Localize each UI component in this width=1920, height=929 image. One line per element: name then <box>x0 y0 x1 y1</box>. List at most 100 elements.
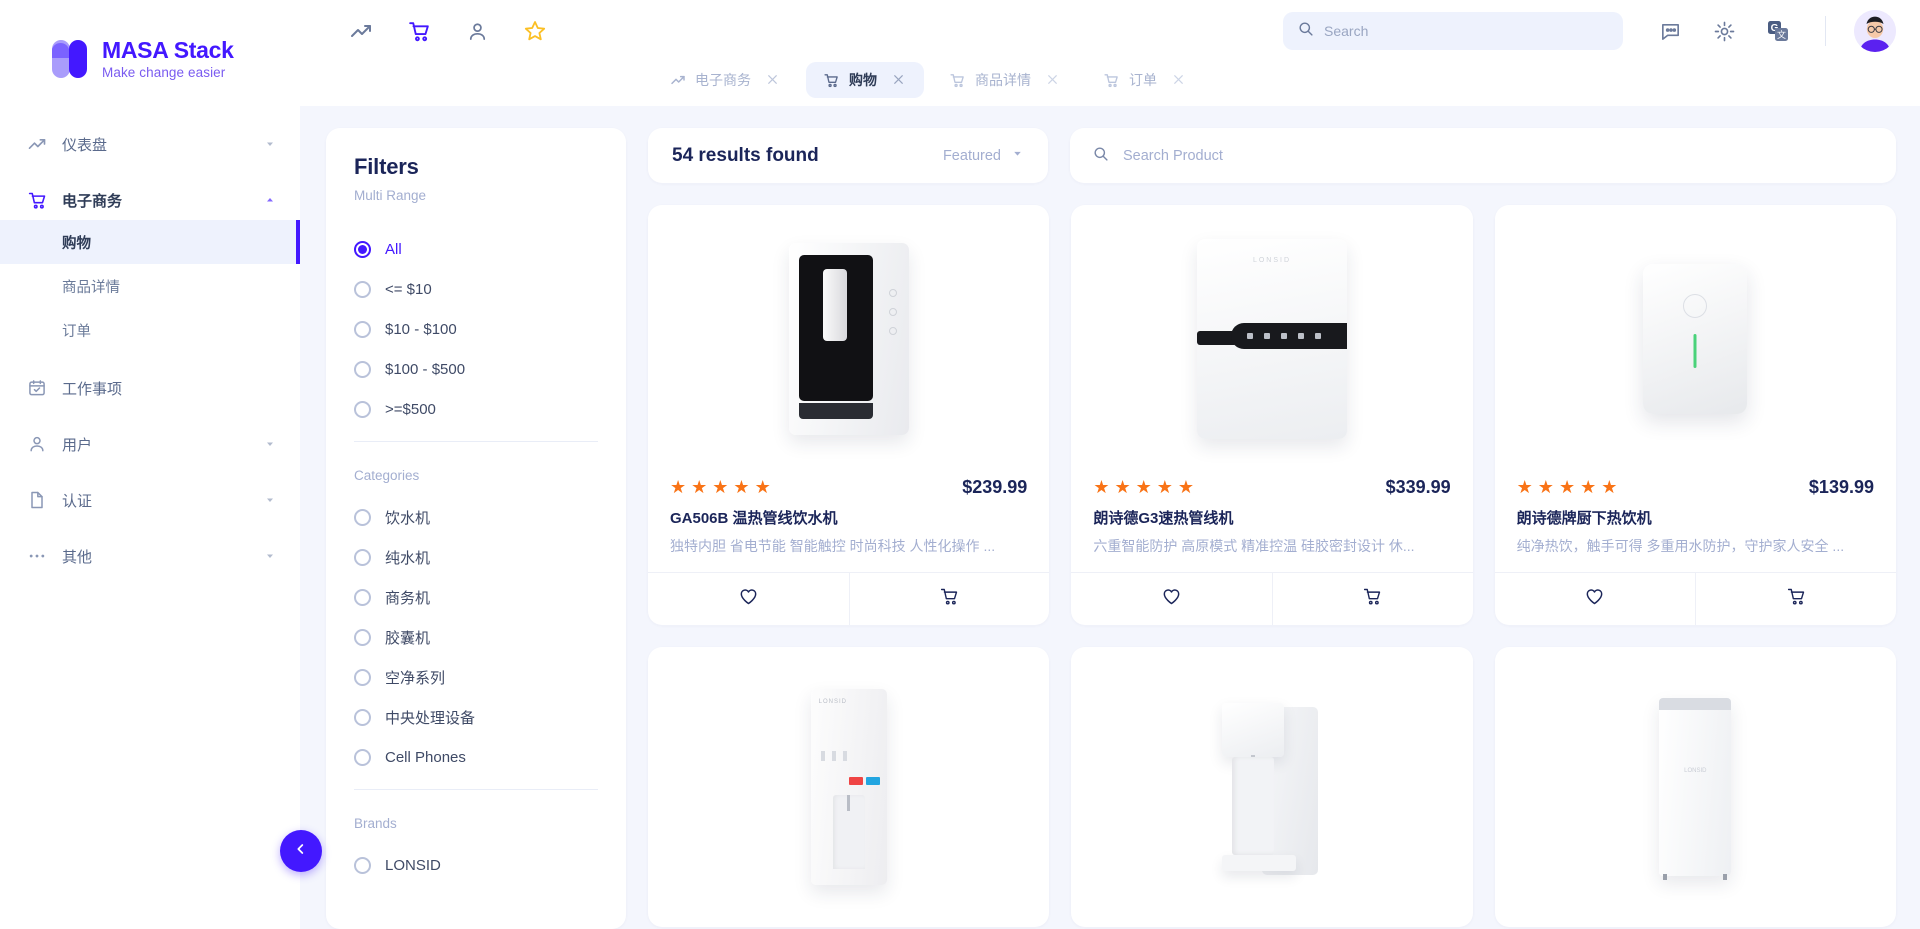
results-panel: 54 results found Featured Search Product… <box>648 128 1896 929</box>
category-option-label: 胶囊机 <box>385 629 431 647</box>
add-to-cart-button[interactable] <box>1272 573 1473 625</box>
product-description: 独特内胆 省电节能 智能触控 时尚科技 人性化操作 ... <box>670 538 996 554</box>
product-info: ★ ★ ★ ★ ★ $339.99 朗诗德G3速热管线机 六重智能防护 高原模式… <box>1071 473 1472 572</box>
favorite-button[interactable] <box>648 573 849 625</box>
cart-icon[interactable] <box>406 18 432 44</box>
radio-icon <box>354 548 371 566</box>
product-search[interactable] <box>1070 128 1896 183</box>
product-card[interactable]: ★ ★ ★ ★ ★ $239.99 GA506B 温热管线饮水机 独特内胆 省电… <box>648 205 1050 625</box>
product-info: ★ ★ ★ ★ ★ $239.99 GA506B 温热管线饮水机 独特内胆 省电… <box>648 473 1049 572</box>
radio-icon <box>354 588 371 606</box>
masa-logo-icon <box>48 38 90 80</box>
product-card[interactable]: LONSID <box>1494 647 1896 927</box>
favorite-button[interactable] <box>1495 573 1696 625</box>
price-option-label: All <box>385 240 402 258</box>
trending-up-icon <box>669 72 686 89</box>
category-option-3[interactable]: 胶囊机 <box>354 617 598 657</box>
brand-logo[interactable]: MASA Stack Make change easier <box>0 0 300 80</box>
price-option-label: $10 - $100 <box>385 320 457 338</box>
topbar: G文 <box>300 0 1920 62</box>
sidebar-item-tasks[interactable]: 工作事项 <box>0 368 300 408</box>
sidebar-item-dashboard[interactable]: 仪表盘 <box>0 124 300 164</box>
divider <box>1825 16 1826 46</box>
rating-stars: ★ ★ ★ ★ ★ <box>1517 477 1618 498</box>
category-option-6[interactable]: Cell Phones <box>354 737 598 777</box>
brand-option-0[interactable]: LONSID <box>354 845 598 885</box>
rating-stars: ★ ★ ★ ★ ★ <box>1093 477 1194 498</box>
tab-shopping[interactable]: 购物 <box>806 62 924 98</box>
add-to-cart-button[interactable] <box>848 573 1050 625</box>
category-option-5[interactable]: 中央处理设备 <box>354 697 598 737</box>
category-option-4[interactable]: 空净系列 <box>354 657 598 697</box>
close-icon[interactable] <box>1172 73 1187 88</box>
product-search-input[interactable] <box>1123 147 1874 164</box>
product-card[interactable]: ★ ★ ★ ★ ★ $139.99 朗诗德牌厨下热饮机 纯净热饮，触手可得 多重… <box>1494 205 1896 625</box>
price-option-10-100[interactable]: $10 - $100 <box>354 309 598 349</box>
trending-up-icon[interactable] <box>348 18 374 44</box>
product-card[interactable] <box>1071 647 1473 927</box>
star-icon: ★ <box>1177 477 1195 497</box>
global-search[interactable] <box>1283 12 1623 50</box>
chevron-down-icon[interactable] <box>264 549 278 563</box>
add-to-cart-button[interactable] <box>1695 573 1896 625</box>
brand-title: MASA Stack <box>102 36 234 63</box>
star-icon: ★ <box>733 477 750 497</box>
price-option-all[interactable]: All <box>354 229 598 269</box>
tall-white-dispenser-illustration <box>1218 697 1326 877</box>
tab-orders[interactable]: 订单 <box>1086 62 1204 98</box>
close-icon[interactable] <box>892 73 907 88</box>
radio-icon <box>354 320 371 338</box>
cart-icon <box>1786 586 1807 612</box>
chevron-left-icon <box>293 841 309 862</box>
product-card[interactable]: LONSID <box>648 647 1050 927</box>
search-input[interactable] <box>1324 23 1609 39</box>
sidebar-item-other[interactable]: 其他 <box>0 536 300 576</box>
brands-group: LONSID <box>354 845 598 885</box>
avatar[interactable] <box>1854 10 1896 52</box>
sidebar-nav: 仪表盘 电子商务 购物 商品详情 订单 工作事项 用户 认证 其他 <box>0 124 300 576</box>
close-icon[interactable] <box>1046 73 1061 88</box>
categories-title: Categories <box>354 468 420 483</box>
sidebar-subitem-orders[interactable]: 订单 <box>0 308 300 352</box>
chevron-down-icon[interactable] <box>264 137 278 151</box>
radio-icon <box>354 708 371 726</box>
user-icon[interactable] <box>464 18 490 44</box>
brand-option-label: LONSID <box>385 856 441 874</box>
heart-icon <box>738 586 759 612</box>
category-option-label: 中央处理设备 <box>385 709 476 727</box>
sidebar-item-users[interactable]: 用户 <box>0 424 300 464</box>
chevron-up-icon[interactable] <box>264 193 278 207</box>
radio-icon <box>354 360 371 378</box>
translate-icon[interactable]: G文 <box>1765 18 1791 44</box>
price-option-gte-500[interactable]: >=$500 <box>354 389 598 429</box>
tab-product-detail[interactable]: 商品详情 <box>932 62 1078 98</box>
sidebar-subitem-label: 商品详情 <box>62 279 120 296</box>
chat-icon[interactable] <box>1657 18 1683 44</box>
chevron-down-icon[interactable] <box>264 493 278 507</box>
star-icon: ★ <box>1580 477 1597 497</box>
sidebar-subitem-shopping[interactable]: 购物 <box>0 220 300 264</box>
price-option-100-500[interactable]: $100 - $500 <box>354 349 598 389</box>
sidebar-item-ecommerce[interactable]: 电子商务 <box>0 180 300 220</box>
favorite-button[interactable] <box>1071 573 1272 625</box>
star-icon[interactable] <box>522 18 548 44</box>
search-icon <box>1297 20 1314 42</box>
sidebar-collapse-button[interactable] <box>280 830 322 872</box>
star-icon: ★ <box>1516 477 1533 497</box>
sidebar-item-auth[interactable]: 认证 <box>0 480 300 520</box>
sidebar-subitem-product-detail[interactable]: 商品详情 <box>0 264 300 308</box>
category-option-0[interactable]: 饮水机 <box>354 497 598 537</box>
gear-icon[interactable] <box>1711 18 1737 44</box>
tab-ecommerce[interactable]: 电子商务 <box>652 62 798 98</box>
close-icon[interactable] <box>766 73 781 88</box>
sort-label: Featured <box>942 147 1001 164</box>
chevron-down-icon[interactable] <box>264 437 278 451</box>
category-option-1[interactable]: 纯水机 <box>354 537 598 577</box>
product-card[interactable]: LONSID ★ ★ ★ ★ ★ $339.99 朗诗德G3速热管线机 六重智能… <box>1071 205 1473 625</box>
sort-dropdown[interactable]: Featured <box>943 147 1024 164</box>
price-option-lte-10[interactable]: <= $10 <box>354 269 598 309</box>
sidebar: MASA Stack Make change easier 仪表盘 电子商务 购… <box>0 0 322 929</box>
category-option-2[interactable]: 商务机 <box>354 577 598 617</box>
sidebar-subitem-label: 订单 <box>62 323 91 340</box>
category-option-label: 纯水机 <box>385 549 431 567</box>
